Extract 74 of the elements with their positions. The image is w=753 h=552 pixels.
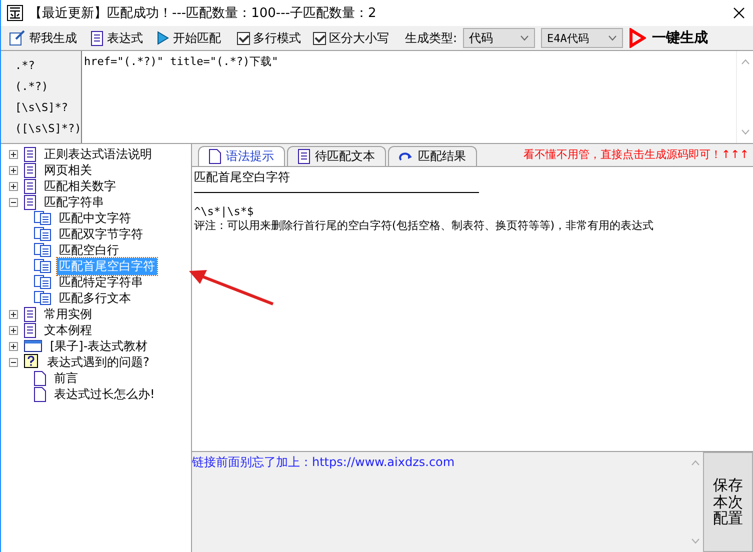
- document-icon: [24, 162, 36, 178]
- generate-button[interactable]: 一键生成: [629, 28, 708, 48]
- snippet-item[interactable]: ([\s\S]*?): [1, 122, 81, 135]
- tree-item[interactable]: 匹配双字节字符: [57, 226, 145, 242]
- note-text: 评注：可以用来删除行首行尾的空白字符(包括空格、制表符、换页符等等)，非常有用的表达式: [194, 218, 655, 233]
- tree-item[interactable]: 匹配字符串: [42, 194, 106, 210]
- tree-item[interactable]: 匹配中文字符: [57, 210, 133, 226]
- play-icon: [629, 28, 646, 48]
- pages-icon: [34, 275, 51, 289]
- expand-icon[interactable]: [9, 342, 18, 350]
- app-icon: [7, 5, 23, 21]
- close-icon[interactable]: [733, 7, 745, 19]
- tree-item[interactable]: 正则表达式语法说明: [42, 146, 154, 162]
- snippet-item[interactable]: (.*?): [1, 80, 81, 93]
- pages-icon: [34, 259, 51, 273]
- pages-icon: [34, 291, 51, 305]
- pages-icon: [34, 243, 51, 257]
- tab[interactable]: 待匹配文本: [287, 146, 386, 166]
- toolbar-button[interactable]: 开始匹配: [153, 30, 225, 46]
- page-icon: [34, 370, 46, 386]
- document-icon: [91, 30, 103, 46]
- window-icon: [24, 340, 42, 352]
- snippet-item[interactable]: .*?: [1, 59, 81, 72]
- tab[interactable]: 匹配结果: [388, 146, 477, 166]
- tree-item[interactable]: 匹配相关数字: [42, 178, 118, 194]
- document-icon: [24, 306, 36, 322]
- chevron-down-icon: [520, 35, 530, 41]
- tree-item[interactable]: 匹配多行文本: [57, 290, 133, 306]
- play-icon: [157, 31, 169, 45]
- expand-icon[interactable]: [9, 182, 18, 190]
- page-icon: [34, 386, 46, 402]
- expression-field[interactable]: href="(.*?)" title="(.*?)下载": [81, 51, 736, 143]
- redo-icon: [399, 152, 413, 162]
- document-icon: [298, 149, 310, 164]
- tree-item[interactable]: 文本例程: [42, 322, 94, 338]
- pages-icon: [34, 227, 51, 241]
- hint-text: 看不懂不用管，直接点击生成源码即可！↑↑↑: [523, 147, 750, 163]
- tab[interactable]: 语法提示: [198, 146, 285, 166]
- document-icon: [24, 146, 36, 162]
- toolbar-button[interactable]: 表达式: [87, 30, 147, 46]
- tree-item[interactable]: 表达式遇到的问题?: [45, 354, 152, 370]
- edit-icon: [9, 30, 25, 46]
- expand-icon[interactable]: [9, 166, 18, 174]
- notes-field[interactable]: 链接前面别忘了加上：https://www.aixdzs.com: [192, 452, 687, 552]
- field-label: 生成类型:: [405, 30, 458, 46]
- document-icon: [24, 178, 36, 194]
- window-title: 【最近更新】匹配成功！---匹配数量：100---子匹配数量：2: [29, 5, 378, 22]
- checkbox[interactable]: 多行模式: [237, 30, 301, 46]
- expand-icon[interactable]: [9, 150, 18, 158]
- document-icon: [24, 322, 36, 338]
- tree-item[interactable]: 前言: [52, 370, 80, 386]
- chevron-down-icon: [608, 35, 618, 41]
- tree-item[interactable]: [果子]-表达式教材: [48, 338, 150, 354]
- help-icon: [24, 354, 39, 370]
- toolbar-button[interactable]: 帮我生成: [5, 30, 81, 46]
- dropdown[interactable]: E4A代码: [541, 28, 624, 48]
- pages-icon: [34, 211, 51, 225]
- page-icon: [209, 149, 221, 164]
- tree-item[interactable]: 网页相关: [42, 162, 94, 178]
- checkbox[interactable]: 区分大小写: [313, 30, 389, 46]
- expand-icon[interactable]: [9, 326, 18, 334]
- collapse-icon[interactable]: [9, 358, 18, 366]
- document-icon: [24, 194, 36, 210]
- snippet-item[interactable]: [\s\S]*?: [1, 101, 81, 114]
- tree-item[interactable]: 匹配特定字符串: [57, 274, 145, 290]
- tree-item[interactable]: 常用实例: [42, 306, 94, 322]
- pattern-text: ^\s*|\s*$: [194, 205, 255, 218]
- dropdown[interactable]: 代码: [463, 28, 536, 48]
- expand-icon[interactable]: [9, 310, 18, 318]
- tree-item[interactable]: 表达式过长怎么办!: [52, 386, 157, 402]
- collapse-icon[interactable]: [9, 198, 18, 206]
- save-button[interactable]: 保存本次配置: [703, 452, 753, 552]
- content-heading: 匹配首尾空白字符: [194, 169, 479, 193]
- tree-item[interactable]: 匹配空白行: [57, 242, 121, 258]
